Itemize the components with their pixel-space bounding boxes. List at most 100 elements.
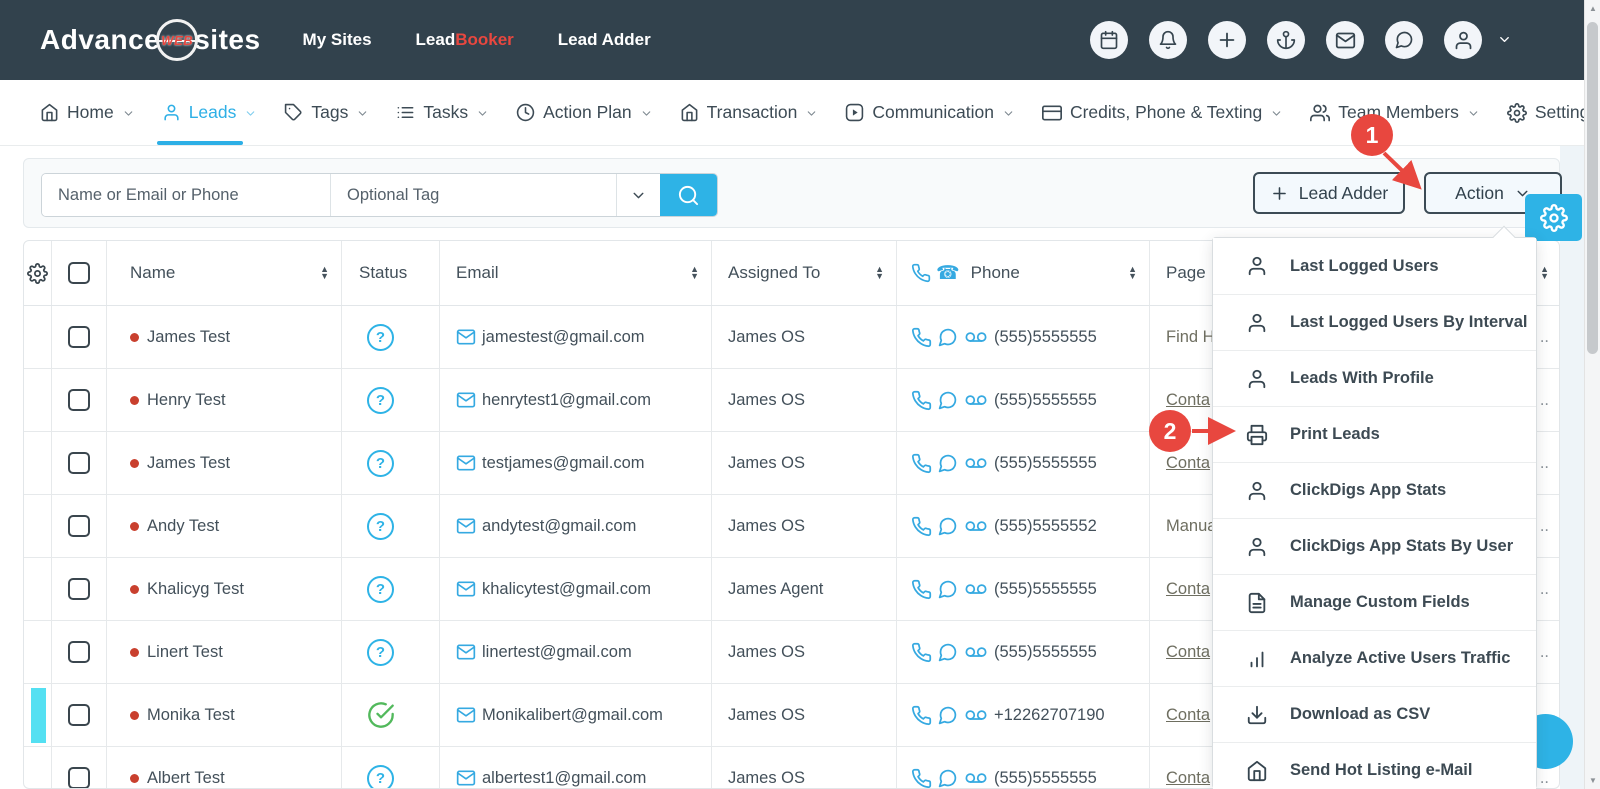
menu-item-download-as-csv[interactable]: Download as CSV bbox=[1213, 686, 1536, 742]
voicemail-icon[interactable] bbox=[963, 327, 989, 348]
status-question-icon[interactable]: ? bbox=[367, 387, 394, 414]
status-question-icon[interactable]: ? bbox=[367, 324, 394, 351]
call-icon[interactable] bbox=[911, 705, 932, 726]
brand-logo[interactable]: Advance WEB sites bbox=[40, 19, 261, 61]
status-question-icon[interactable]: ? bbox=[367, 639, 394, 666]
anchor-icon[interactable] bbox=[1267, 21, 1305, 59]
calendar-icon[interactable] bbox=[1090, 21, 1128, 59]
call-icon[interactable] bbox=[911, 768, 932, 789]
sort-icon[interactable]: ▲▼ bbox=[1128, 266, 1137, 280]
add-plus-icon[interactable] bbox=[1208, 21, 1246, 59]
column-header-phone[interactable]: ☎Phone▲▼ bbox=[896, 241, 1149, 305]
voicemail-icon[interactable] bbox=[963, 390, 989, 411]
row-checkbox[interactable] bbox=[68, 704, 90, 726]
sms-chat-icon[interactable] bbox=[937, 768, 958, 789]
scrollbar-thumb[interactable] bbox=[1587, 22, 1598, 354]
nav-item-team-members[interactable]: Team Members bbox=[1310, 80, 1480, 145]
profile-chevron-down-icon[interactable] bbox=[1497, 31, 1512, 49]
column-header-assigned-to[interactable]: Assigned To▲▼ bbox=[711, 241, 896, 305]
optional-tag-input[interactable] bbox=[330, 174, 616, 216]
nav-item-action-plan[interactable]: Action Plan bbox=[516, 80, 653, 145]
status-question-icon[interactable]: ? bbox=[367, 450, 394, 477]
link-lead-adder[interactable]: Lead Adder bbox=[558, 30, 651, 50]
table-settings-gear-button[interactable] bbox=[1525, 194, 1582, 241]
column-header-email[interactable]: Email▲▼ bbox=[439, 241, 711, 305]
status-question-icon[interactable]: ? bbox=[367, 513, 394, 540]
scroll-up-icon[interactable]: ▲ bbox=[1585, 4, 1600, 13]
nav-item-communication[interactable]: Communication bbox=[845, 80, 1015, 145]
page-source-link[interactable]: Conta bbox=[1166, 391, 1210, 410]
status-verified-check-icon[interactable] bbox=[367, 701, 395, 729]
person-icon bbox=[1246, 255, 1268, 277]
sms-chat-icon[interactable] bbox=[937, 327, 958, 348]
page-source-link[interactable]: Conta bbox=[1166, 580, 1210, 599]
row-checkbox[interactable] bbox=[68, 578, 90, 600]
voicemail-icon[interactable] bbox=[963, 705, 989, 726]
call-icon[interactable] bbox=[911, 579, 932, 600]
page-scrollbar[interactable]: ▲ ▼ bbox=[1584, 0, 1600, 789]
nav-item-transaction[interactable]: Transaction bbox=[680, 80, 819, 145]
menu-item-manage-custom-fields[interactable]: Manage Custom Fields bbox=[1213, 574, 1536, 630]
status-question-icon[interactable]: ? bbox=[367, 765, 394, 789]
lead-adder-button[interactable]: Lead Adder bbox=[1253, 172, 1405, 214]
select-all-checkbox[interactable] bbox=[68, 262, 90, 284]
search-button[interactable] bbox=[660, 174, 717, 216]
menu-item-last-logged-users[interactable]: Last Logged Users bbox=[1213, 238, 1536, 294]
columns-gear-icon[interactable] bbox=[24, 241, 51, 305]
row-checkbox[interactable] bbox=[68, 326, 90, 348]
voicemail-icon[interactable] bbox=[963, 642, 989, 663]
assigned-to: James OS bbox=[728, 643, 805, 662]
call-icon[interactable] bbox=[911, 453, 932, 474]
mail-icon[interactable] bbox=[1326, 21, 1364, 59]
tag-dropdown-chevron[interactable] bbox=[616, 174, 660, 216]
sort-icon[interactable]: ▲▼ bbox=[320, 266, 329, 280]
menu-item-print-leads[interactable]: Print Leads bbox=[1213, 406, 1536, 462]
search-input[interactable] bbox=[42, 174, 330, 216]
nav-item-credits-phone-texting[interactable]: Credits, Phone & Texting bbox=[1042, 80, 1283, 145]
row-checkbox[interactable] bbox=[68, 515, 90, 537]
voicemail-icon[interactable] bbox=[963, 516, 989, 537]
sms-chat-icon[interactable] bbox=[937, 390, 958, 411]
sms-chat-icon[interactable] bbox=[937, 453, 958, 474]
nav-item-home[interactable]: Home bbox=[40, 80, 135, 145]
row-checkbox[interactable] bbox=[68, 452, 90, 474]
menu-item-clickdigs-app-stats[interactable]: ClickDigs App Stats bbox=[1213, 462, 1536, 518]
row-checkbox[interactable] bbox=[68, 389, 90, 411]
notifications-bell-icon[interactable] bbox=[1149, 21, 1187, 59]
voicemail-icon[interactable] bbox=[963, 768, 989, 789]
row-checkbox[interactable] bbox=[68, 767, 90, 789]
profile-icon[interactable] bbox=[1444, 21, 1482, 59]
menu-item-last-logged-users-by-interval[interactable]: Last Logged Users By Interval bbox=[1213, 294, 1536, 350]
sort-icon[interactable]: ▲▼ bbox=[690, 266, 699, 280]
menu-item-analyze-active-users-traffic[interactable]: Analyze Active Users Traffic bbox=[1213, 630, 1536, 686]
sort-icon[interactable]: ▲▼ bbox=[875, 266, 884, 280]
status-question-icon[interactable]: ? bbox=[367, 576, 394, 603]
page-source-link[interactable]: Conta bbox=[1166, 769, 1210, 788]
nav-item-tags[interactable]: Tags bbox=[284, 80, 369, 145]
chat-icon[interactable] bbox=[1385, 21, 1423, 59]
scroll-down-icon[interactable]: ▼ bbox=[1585, 776, 1600, 785]
link-leadbooker[interactable]: LeadBooker bbox=[416, 30, 514, 50]
call-icon[interactable] bbox=[911, 642, 932, 663]
link-my-sites[interactable]: My Sites bbox=[303, 30, 372, 50]
menu-item-clickdigs-app-stats-by-user[interactable]: ClickDigs App Stats By User bbox=[1213, 518, 1536, 574]
page-source-link[interactable]: Conta bbox=[1166, 706, 1210, 725]
menu-item-leads-with-profile[interactable]: Leads With Profile bbox=[1213, 350, 1536, 406]
sms-chat-icon[interactable] bbox=[937, 579, 958, 600]
call-icon[interactable] bbox=[911, 390, 932, 411]
sort-icon[interactable]: ▲▼ bbox=[1540, 266, 1549, 280]
row-checkbox[interactable] bbox=[68, 641, 90, 663]
page-source-link[interactable]: Conta bbox=[1166, 643, 1210, 662]
page-source-link[interactable]: Conta bbox=[1166, 454, 1210, 473]
nav-item-leads[interactable]: Leads bbox=[162, 80, 258, 145]
call-icon[interactable] bbox=[911, 516, 932, 537]
sms-chat-icon[interactable] bbox=[937, 516, 958, 537]
call-icon[interactable] bbox=[911, 327, 932, 348]
voicemail-icon[interactable] bbox=[963, 579, 989, 600]
column-header-name[interactable]: Name▲▼ bbox=[106, 241, 341, 305]
voicemail-icon[interactable] bbox=[963, 453, 989, 474]
nav-item-tasks[interactable]: Tasks bbox=[396, 80, 489, 145]
sms-chat-icon[interactable] bbox=[937, 642, 958, 663]
sms-chat-icon[interactable] bbox=[937, 705, 958, 726]
menu-item-send-hot-listing-email[interactable]: Send Hot Listing e-Mail bbox=[1213, 742, 1536, 789]
